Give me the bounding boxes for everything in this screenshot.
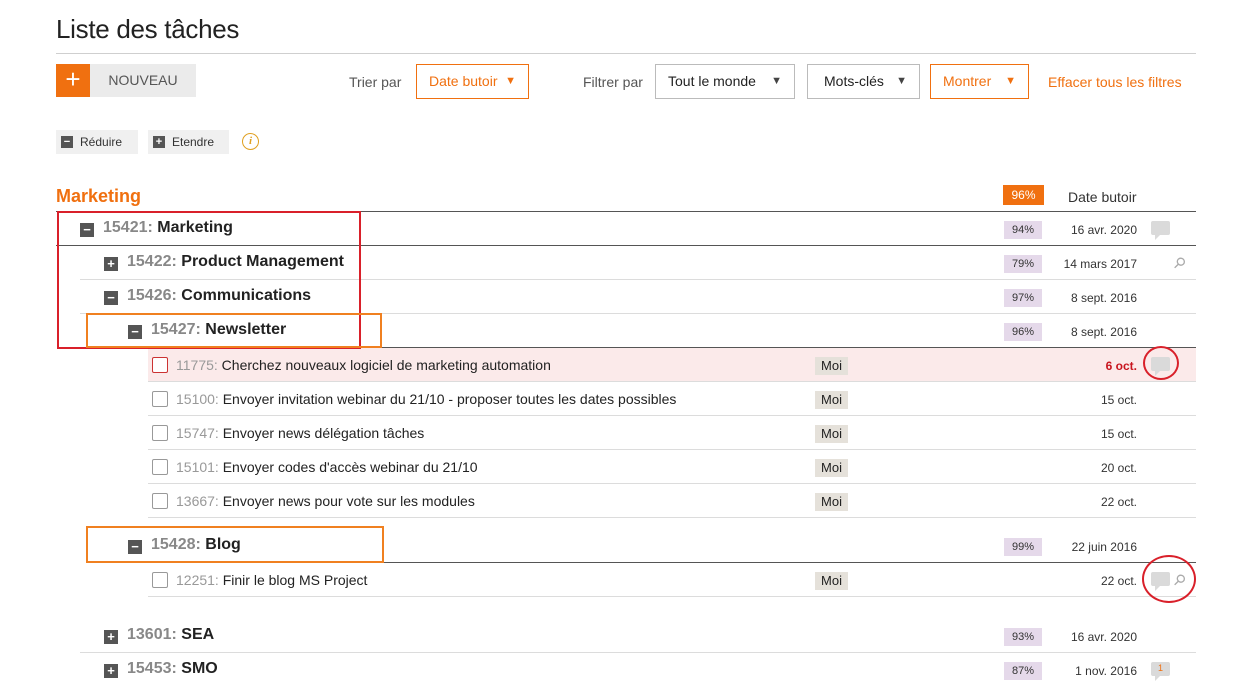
task-checkbox[interactable] [152,391,168,407]
clear-filters-link[interactable]: Effacer tous les filtres [1048,74,1182,90]
annotation-circle [1143,346,1179,380]
task-checkbox[interactable] [152,459,168,475]
row-divider [148,517,1196,518]
task-id: 11775: [176,357,218,373]
due-date: 6 oct. [1105,359,1137,373]
annotation-circle [1142,555,1196,603]
sort-label: Trier par [349,74,402,90]
task-id: 12251: [176,572,219,588]
assignee-badge[interactable]: Moi [815,391,848,409]
project-progress-badge: 96% [1003,185,1044,205]
task-checkbox[interactable] [152,425,168,441]
task-name: Envoyer news pour vote sur les modules [222,493,475,509]
due-date: 15 oct. [1100,427,1137,441]
group-name: SMO [181,660,218,677]
comment-icon[interactable]: 1 [1151,662,1170,681]
task-title[interactable]: 15101: Envoyer codes d'accès webinar du … [176,459,478,475]
task-title[interactable]: 12251: Finir le blog MS Project [176,572,367,588]
task-name: Envoyer invitation webinar du 21/10 - pr… [222,391,677,407]
plus-icon: + [153,136,165,148]
task-title[interactable]: 15747: Envoyer news délégation tâches [176,425,424,441]
assignee-badge[interactable]: Moi [815,459,848,477]
assignee-badge[interactable]: Moi [815,425,848,443]
due-date: 22 oct. [1100,495,1137,509]
chevron-down-icon: ▼ [771,75,782,87]
assignee-badge[interactable]: Moi [815,357,848,375]
expand-label: Etendre [172,135,215,149]
collapse-label: Réduire [80,135,123,149]
new-task-button[interactable]: NOUVEAU [90,64,196,97]
sort-dropdown[interactable]: Date butoir ▼ [416,64,529,99]
task-title[interactable]: 13667: Envoyer news pour vote sur les mo… [176,493,475,509]
task-checkbox[interactable] [152,572,168,588]
expand-all-button[interactable]: + Etendre [148,130,229,154]
annotation-rectangle [86,313,382,348]
chevron-down-icon: ▼ [1005,75,1016,87]
task-id: 15747: [176,425,219,441]
title-divider [56,53,1196,54]
project-title[interactable]: Marketing [56,186,141,207]
add-task-button[interactable]: + [56,64,90,97]
task-name: Envoyer news délégation tâches [222,425,425,441]
task-title[interactable]: 15100: Envoyer invitation webinar du 21/… [176,391,676,407]
collapse-all-button[interactable]: − Réduire [56,130,138,154]
filter-keywords-value: Mots-clés [824,73,884,89]
group-id: 15453: [127,660,177,677]
page-title: Liste des tâches [56,14,240,44]
due-date: 8 sept. 2016 [1070,325,1137,339]
assignee-badge[interactable]: Moi [815,572,848,590]
due-date: 22 oct. [1100,574,1137,588]
info-icon[interactable]: i [242,133,259,150]
row-divider [148,596,1196,597]
due-date: 8 sept. 2016 [1070,291,1137,305]
chevron-down-icon: ▼ [896,75,907,87]
due-date-column-header[interactable]: Date butoir [1068,189,1136,205]
filter-people-value: Tout le monde [668,73,756,89]
show-value: Montrer [943,73,992,89]
group-id: 13601: [127,626,177,643]
due-date: 15 oct. [1100,393,1137,407]
task-name: Finir le blog MS Project [222,572,368,588]
task-checkbox[interactable] [152,357,168,373]
filter-label: Filtrer par [583,74,643,90]
due-date: 22 juin 2016 [1071,540,1137,554]
task-name: Envoyer codes d'accès webinar du 21/10 [222,459,478,475]
due-date: 16 avr. 2020 [1070,630,1137,644]
task-id: 13667: [176,493,219,509]
comment-count: 1 [1157,663,1163,673]
comment-icon[interactable] [1151,221,1170,240]
group-name: SEA [181,626,215,643]
minus-icon: − [61,136,73,148]
group-title[interactable]: 15453: SMO [127,660,218,678]
group-title[interactable]: 13601: SEA [127,626,214,644]
due-date: 16 avr. 2020 [1070,223,1137,237]
due-date: 14 mars 2017 [1063,257,1137,271]
due-date: 1 nov. 2016 [1075,664,1137,678]
filter-people-dropdown[interactable]: Tout le monde ▼ [655,64,795,99]
task-id: 15100: [176,391,219,407]
sort-value: Date butoir [429,73,498,89]
filter-keywords-dropdown[interactable]: Mots-clés ▼ [807,64,920,99]
assignee-badge[interactable]: Moi [815,493,848,511]
task-id: 15101: [176,459,219,475]
show-dropdown[interactable]: Montrer ▼ [930,64,1029,99]
annotation-rectangle [86,526,384,563]
task-checkbox[interactable] [152,493,168,509]
chevron-down-icon: ▼ [505,75,516,87]
due-date: 20 oct. [1100,461,1137,475]
expand-icon[interactable]: + [104,630,118,644]
task-name: Cherchez nouveaux logiciel de marketing … [221,357,551,373]
task-title[interactable]: 11775: Cherchez nouveaux logiciel de mar… [176,357,551,373]
expand-icon[interactable]: + [104,664,118,678]
